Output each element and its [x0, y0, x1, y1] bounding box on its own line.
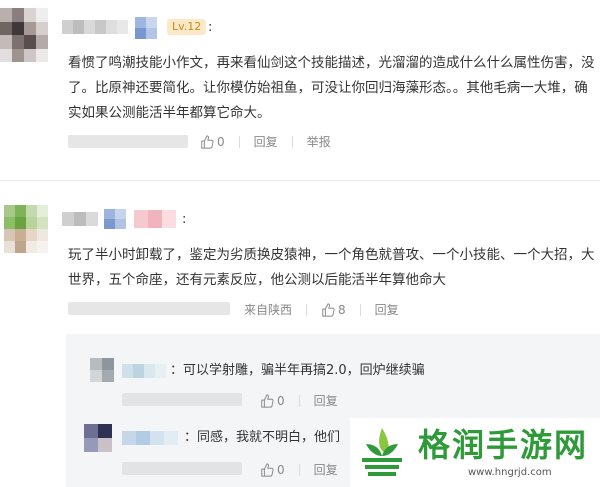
like-count: 0: [217, 134, 225, 149]
comment-text-line-3: 实如果公测能活半年都算它命大。: [68, 105, 271, 121]
comment-text-line-1: 玩了半小时卸载了，鉴定为劣质换皮猿神，一个角色就普攻、一个小技能、一个大招，大: [68, 247, 595, 263]
reply-timestamp-blurred: [122, 393, 242, 406]
reply-button[interactable]: 回复: [254, 133, 278, 150]
medal-badge-blurred: [134, 210, 176, 228]
avatar[interactable]: [4, 205, 48, 253]
reply-avatar[interactable]: [84, 424, 112, 452]
name-colon: :: [208, 20, 213, 35]
comment-actions: 来自陕西 8 回复: [244, 301, 399, 318]
reply-username-blurred[interactable]: [122, 364, 166, 378]
comment-text-line-1: 看惯了鸣潮技能小作文，再来看仙剑这个技能描述，光溜溜的造成什么什么属性伤害，没: [68, 55, 595, 71]
avatar[interactable]: [0, 8, 48, 62]
thumbs-up-icon[interactable]: [260, 393, 274, 408]
comment-divider: [0, 180, 600, 181]
comment-text-line-2: 世界，五个命座，还有元素反应，他公测以后能活半年算他命大: [68, 272, 446, 288]
username-blurred[interactable]: [62, 20, 128, 34]
thumbs-up-icon[interactable]: [260, 462, 274, 477]
brand-url: www.hngrjd.com: [468, 467, 552, 478]
reply-timestamp-blurred: [122, 462, 242, 475]
brand-name: 格润手游网: [418, 426, 589, 464]
username-blurred[interactable]: [62, 212, 98, 226]
site-watermark: 格润手游网 www.hngrjd.com: [350, 418, 600, 487]
comment-actions: 0 回复 举报: [200, 133, 331, 150]
report-button[interactable]: 举报: [307, 133, 331, 150]
location-label: 来自陕西: [244, 303, 293, 317]
name-colon: :: [182, 212, 187, 227]
vip-badge-blurred: [104, 209, 126, 229]
reply-button[interactable]: 回复: [375, 301, 399, 318]
thumbs-up-icon[interactable]: [200, 134, 214, 149]
timestamp-blurred: [68, 135, 188, 148]
reply-button[interactable]: 回复: [314, 392, 338, 409]
reply-username-blurred[interactable]: [122, 431, 178, 445]
reply-actions: 0 回复: [260, 461, 338, 478]
reply-text: ：可以学射雕，骗半年再搞2.0，回炉继续骗: [170, 363, 425, 378]
thumbs-up-icon[interactable]: [321, 302, 335, 317]
reply-avatar[interactable]: [90, 358, 114, 382]
brand-logo-icon: [362, 428, 402, 476]
reply-text: ：同感，我就不明白，他们: [184, 430, 341, 445]
like-count: 0: [277, 393, 285, 408]
comment-text-line-2: 了。比原神还要简化。让你模仿始祖鱼，可没让你回归海藻形态。。其他毛病一大堆，确: [68, 80, 588, 96]
reply-button[interactable]: 回复: [314, 461, 338, 478]
level-badge: Lv.12: [167, 19, 207, 35]
vip-badge-blurred: [135, 17, 157, 39]
timestamp-blurred: [68, 302, 230, 315]
like-count: 0: [277, 462, 285, 477]
like-count: 8: [338, 302, 346, 317]
reply-actions: 0 回复: [260, 392, 338, 409]
